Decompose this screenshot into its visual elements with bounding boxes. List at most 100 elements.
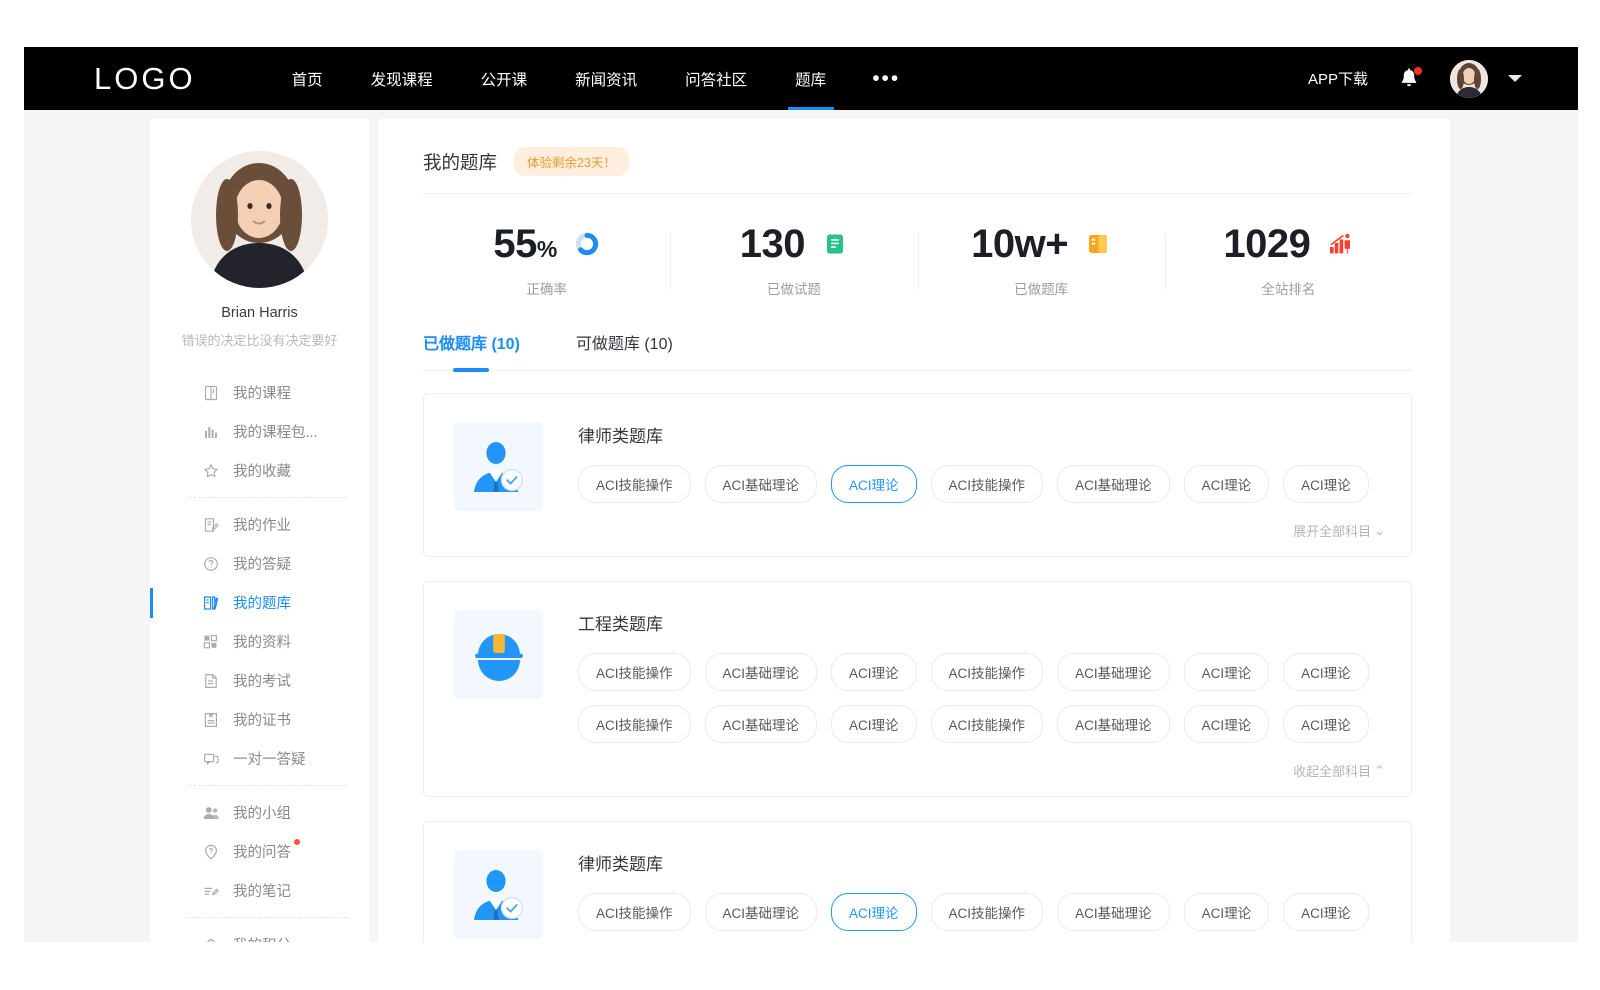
subject-tag[interactable]: ACI基础理论 bbox=[1057, 465, 1170, 503]
sidebar-item-14[interactable]: 我的笔记 bbox=[150, 871, 369, 910]
nav-item-3[interactable]: 新闻资讯 bbox=[551, 47, 661, 110]
menu-divider bbox=[188, 497, 347, 498]
main-nav: 首页发现课程公开课新闻资讯问答社区题库 bbox=[268, 47, 851, 110]
subject-tag[interactable]: ACI理论 bbox=[1283, 653, 1369, 691]
tag-rows: ACI技能操作 ACI基础理论 ACI理论 ACI技能操作 ACI基础理论 ACI理论 AC… bbox=[578, 653, 1385, 743]
subject-tag[interactable]: ACI技能操作 bbox=[931, 653, 1044, 691]
qbank-card[interactable]: 律师类题库ACI技能操作ACI基础理论ACI理论ACI技能操作ACI基础理论AC… bbox=[423, 393, 1412, 557]
question-circle-icon bbox=[202, 555, 220, 573]
subject-tag[interactable]: ACI技能操作 bbox=[578, 653, 691, 691]
chat-icon bbox=[202, 750, 220, 768]
sidebar-item-label: 我的积分 bbox=[233, 934, 291, 942]
chevron-down-icon[interactable] bbox=[1508, 75, 1522, 82]
subject-tag[interactable]: ACI理论 bbox=[1184, 653, 1270, 691]
subject-tag[interactable]: ACI技能操作 bbox=[931, 893, 1044, 931]
qbank-card[interactable]: 律师类题库ACI技能操作ACI基础理论ACI理论ACI技能操作ACI基础理论AC… bbox=[423, 821, 1412, 942]
tag-row: ACI技能操作 ACI基础理论 ACI理论 ACI技能操作 ACI基础理论 ACI理论 AC… bbox=[578, 465, 1385, 503]
stat-card-0: 55%正确率 bbox=[423, 224, 670, 298]
nav-item-5[interactable]: 题库 bbox=[771, 47, 850, 110]
sidebar-menu: 我的课程我的课程包...我的收藏我的作业我的答疑我的题库我的资料我的考试我的证书… bbox=[150, 373, 369, 942]
sidebar-item-label: 我的课程 bbox=[233, 382, 291, 403]
orange-book-icon bbox=[1085, 231, 1111, 257]
tab-1[interactable]: 可做题库 (10) bbox=[576, 330, 673, 370]
tab-0[interactable]: 已做题库 (10) bbox=[423, 330, 520, 370]
question-bank-icon bbox=[202, 594, 220, 612]
stat-value: 10w+ bbox=[971, 224, 1068, 264]
qbank-row: 律师类题库ACI技能操作ACI基础理论ACI理论ACI技能操作ACI基础理论AC… bbox=[454, 846, 1385, 942]
subject-tag[interactable]: ACI基础理论 bbox=[705, 893, 818, 931]
app-download-link[interactable]: APP下载 bbox=[1308, 68, 1368, 89]
group-icon bbox=[202, 804, 220, 822]
subject-tag[interactable]: ACI技能操作 bbox=[578, 465, 691, 503]
subject-tag[interactable]: ACI理论 bbox=[1283, 465, 1369, 503]
sidebar-item-4[interactable]: 我的作业 bbox=[150, 505, 369, 544]
subject-tag[interactable]: ACI理论 bbox=[1184, 893, 1270, 931]
sidebar-item-2[interactable]: 我的收藏 bbox=[150, 451, 369, 490]
more-nav-icon[interactable]: ••• bbox=[850, 47, 922, 110]
lawyer-avatar-icon bbox=[454, 422, 543, 511]
subject-tag[interactable]: ACI技能操作 bbox=[578, 705, 691, 743]
sidebar-item-7[interactable]: 我的资料 bbox=[150, 622, 369, 661]
subject-tag[interactable]: ACI基础理论 bbox=[705, 705, 818, 743]
stat-top: 130 bbox=[740, 224, 848, 264]
stats-row: 55%正确率130已做试题10w+已做题库1029全站排名 bbox=[423, 202, 1412, 312]
sidebar-item-9[interactable]: 我的证书 bbox=[150, 700, 369, 739]
nav-item-1[interactable]: 发现课程 bbox=[347, 47, 457, 110]
stat-card-1: 130已做试题 bbox=[670, 224, 917, 298]
subject-tag[interactable]: ACI基础理论 bbox=[1057, 893, 1170, 931]
subject-tag[interactable]: ACI技能操作 bbox=[578, 893, 691, 931]
profile-avatar[interactable] bbox=[191, 151, 328, 288]
nav-item-0[interactable]: 首页 bbox=[268, 47, 347, 110]
nav-item-4[interactable]: 问答社区 bbox=[661, 47, 771, 110]
qbank-card[interactable]: 工程类题库ACI技能操作ACI基础理论ACI理论ACI技能操作ACI基础理论AC… bbox=[423, 581, 1412, 797]
site-header: LOGO 首页发现课程公开课新闻资讯问答社区题库 ••• APP下载 bbox=[24, 47, 1578, 110]
sidebar-item-label: 我的问答 bbox=[233, 841, 291, 862]
qbank-title: 工程类题库 bbox=[578, 610, 1385, 635]
subject-tag[interactable]: ACI理论 bbox=[1184, 705, 1270, 743]
subject-tag[interactable]: ACI基础理论 bbox=[705, 653, 818, 691]
qbank-info: 律师类题库ACI技能操作ACI基础理论ACI理论ACI技能操作ACI基础理论AC… bbox=[578, 846, 1385, 942]
subject-tag[interactable]: ACI技能操作 bbox=[931, 465, 1044, 503]
sidebar-item-label: 我的答疑 bbox=[233, 553, 291, 574]
bell-icon[interactable] bbox=[1398, 67, 1420, 91]
green-book-icon bbox=[822, 231, 848, 257]
menu-divider bbox=[188, 785, 347, 786]
sidebar-item-12[interactable]: 我的小组 bbox=[150, 793, 369, 832]
subject-tag[interactable]: ACI技能操作 bbox=[931, 705, 1044, 743]
nav-item-2[interactable]: 公开课 bbox=[457, 47, 552, 110]
sidebar-item-8[interactable]: 我的考试 bbox=[150, 661, 369, 700]
expand-subjects-link[interactable]: 展开全部科目⌄ bbox=[1293, 521, 1385, 540]
subject-tag[interactable]: ACI基础理论 bbox=[705, 465, 818, 503]
site-logo[interactable]: LOGO bbox=[94, 61, 196, 97]
user-avatar[interactable] bbox=[1450, 60, 1488, 98]
qbank-row: 律师类题库ACI技能操作ACI基础理论ACI理论ACI技能操作ACI基础理论AC… bbox=[454, 418, 1385, 517]
sidebar-item-10[interactable]: 一对一答疑 bbox=[150, 739, 369, 778]
sidebar-item-13[interactable]: 我的问答 bbox=[150, 832, 369, 871]
sidebar-item-0[interactable]: 我的课程 bbox=[150, 373, 369, 412]
sidebar-item-5[interactable]: 我的答疑 bbox=[150, 544, 369, 583]
subject-tag[interactable]: ACI理论 bbox=[831, 893, 917, 931]
stat-suffix: % bbox=[537, 236, 557, 262]
stat-value: 55% bbox=[493, 224, 556, 264]
expand-row: 收起全部科目⌃ bbox=[454, 761, 1385, 784]
sidebar-item-16[interactable]: 我的积分 bbox=[150, 925, 369, 942]
subject-tag[interactable]: ACI基础理论 bbox=[1057, 653, 1170, 691]
sidebar-item-6[interactable]: 我的题库 bbox=[150, 583, 369, 622]
exam-icon bbox=[202, 672, 220, 690]
subject-tag[interactable]: ACI理论 bbox=[831, 465, 917, 503]
subject-tag[interactable]: ACI理论 bbox=[1184, 465, 1270, 503]
tag-row: ACI技能操作 ACI基础理论 ACI理论 ACI技能操作 ACI基础理论 ACI理论 AC… bbox=[578, 893, 1385, 931]
qa-pin-icon bbox=[202, 843, 220, 861]
sidebar-item-1[interactable]: 我的课程包... bbox=[150, 412, 369, 451]
qbank-title: 律师类题库 bbox=[578, 850, 1385, 875]
subject-tag[interactable]: ACI理论 bbox=[1283, 705, 1369, 743]
stat-top: 10w+ bbox=[971, 224, 1111, 264]
tag-rows: ACI技能操作 ACI基础理论 ACI理论 ACI技能操作 ACI基础理论 ACI理论 AC… bbox=[578, 465, 1385, 503]
subject-tag[interactable]: ACI理论 bbox=[831, 653, 917, 691]
subject-tag[interactable]: ACI理论 bbox=[831, 705, 917, 743]
main-panel: 我的题库 体验剩余23天！ 55%正确率130已做试题10w+已做题库1029全… bbox=[378, 119, 1450, 942]
profile-name: Brian Harris bbox=[150, 305, 369, 321]
subject-tag[interactable]: ACI基础理论 bbox=[1057, 705, 1170, 743]
subject-tag[interactable]: ACI理论 bbox=[1283, 893, 1369, 931]
expand-subjects-link[interactable]: 收起全部科目⌃ bbox=[1293, 761, 1385, 780]
